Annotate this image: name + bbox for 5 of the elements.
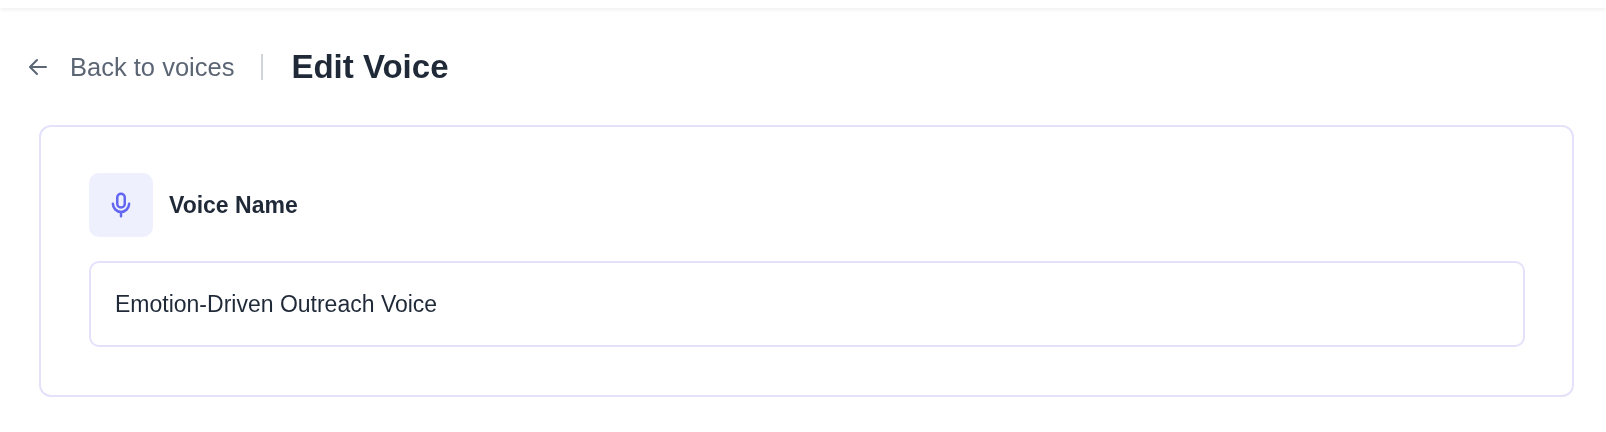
- page-title: Edit Voice: [291, 48, 449, 86]
- voice-name-field[interactable]: Emotion-Driven Outreach Voice: [89, 261, 1525, 347]
- field-label: Voice Name: [169, 191, 298, 219]
- back-link[interactable]: Back to voices: [26, 52, 235, 82]
- microphone-icon: [89, 173, 153, 237]
